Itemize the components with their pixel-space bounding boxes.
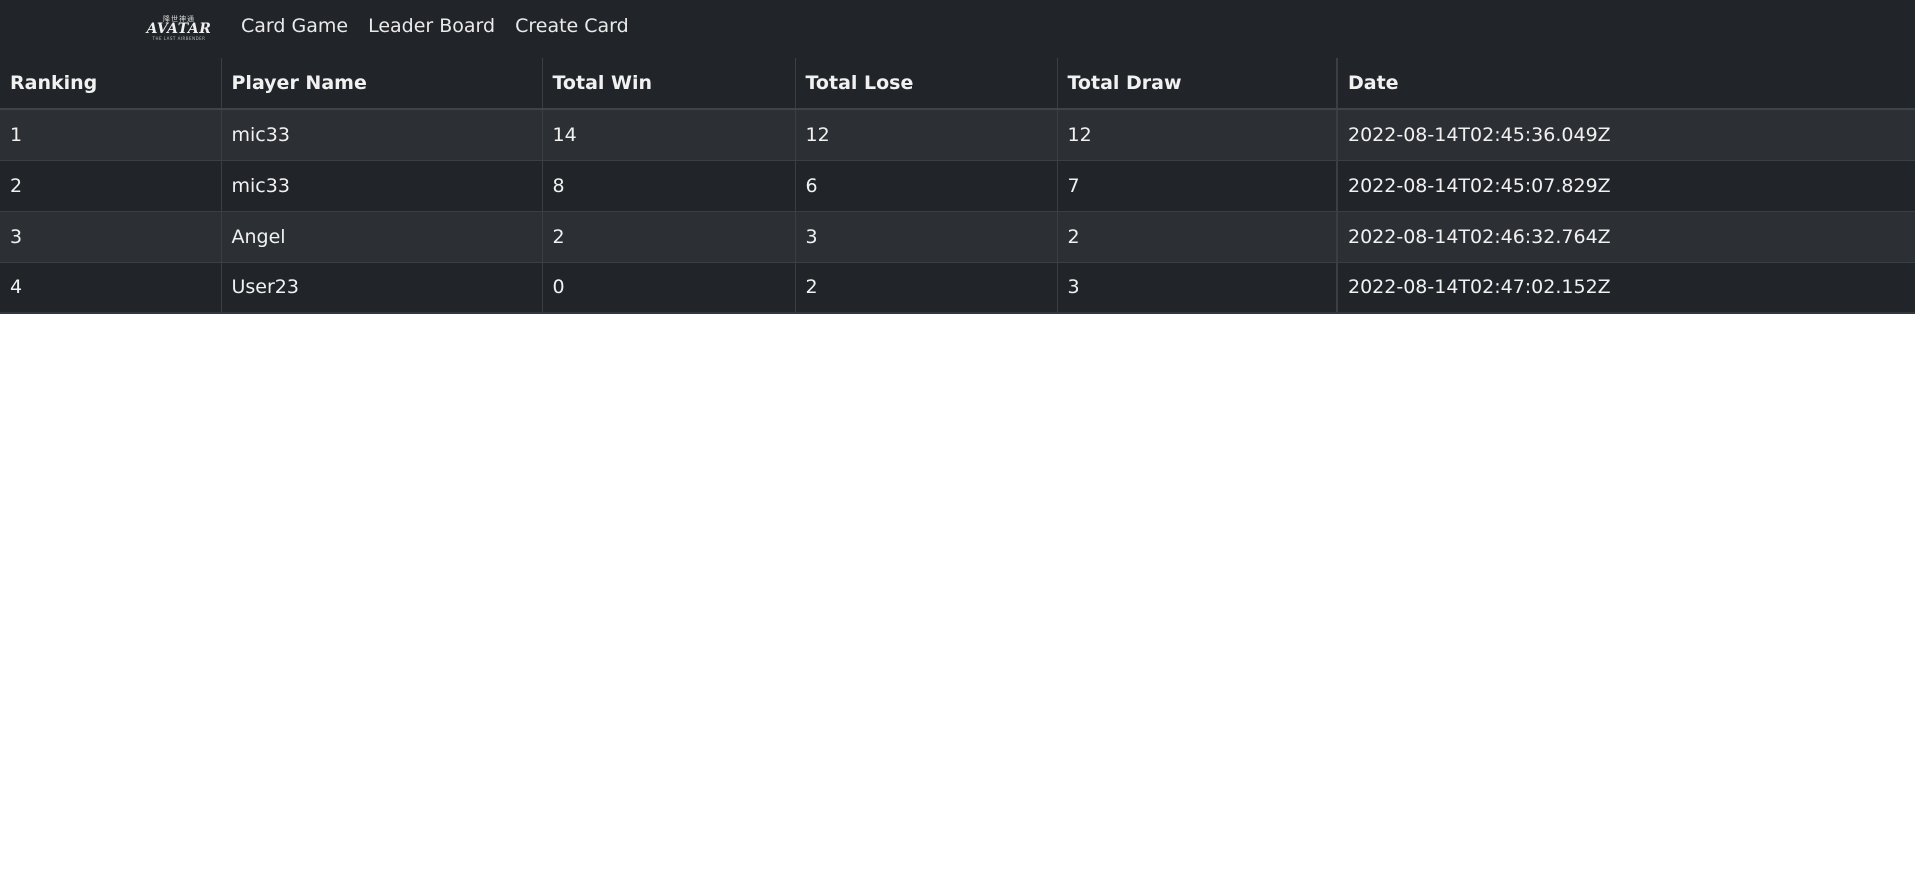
cell-date: 2022-08-14T02:47:02.152Z <box>1336 262 1915 314</box>
cell-total-draw: 3 <box>1057 262 1338 314</box>
cell-total-lose: 12 <box>795 109 1058 161</box>
cell-ranking: 2 <box>0 160 222 212</box>
table-row: 3 Angel 2 3 2 2022-08-14T02:46:32.764Z <box>0 211 1915 263</box>
column-header-total-lose: Total Lose <box>795 58 1058 110</box>
cell-total-lose: 2 <box>795 262 1058 314</box>
cell-date: 2022-08-14T02:46:32.764Z <box>1336 211 1915 263</box>
nav-link-card-game[interactable]: Card Game <box>241 15 348 37</box>
leaderboard-table: Ranking Player Name Total Win Total Lose… <box>0 58 1915 314</box>
cell-total-draw: 7 <box>1057 160 1338 212</box>
cell-total-draw: 2 <box>1057 211 1338 263</box>
cell-ranking: 1 <box>0 109 222 161</box>
cell-total-win: 0 <box>542 262 796 314</box>
avatar-logo[interactable]: 降世神通 AVATAR THE LAST AIRBENDER <box>146 13 212 43</box>
column-header-ranking: Ranking <box>0 58 222 110</box>
cell-total-lose: 6 <box>795 160 1058 212</box>
cell-player-name: User23 <box>221 262 543 314</box>
nav-link-create-card[interactable]: Create Card <box>515 15 629 37</box>
nav-links: Card Game Leader Board Create Card <box>241 0 629 52</box>
column-header-total-win: Total Win <box>542 58 796 110</box>
nav-link-leader-board[interactable]: Leader Board <box>368 15 495 37</box>
logo-wordmark: AVATAR <box>146 21 212 37</box>
cell-date: 2022-08-14T02:45:07.829Z <box>1336 160 1915 212</box>
cell-ranking: 3 <box>0 211 222 263</box>
table-row: 2 mic33 8 6 7 2022-08-14T02:45:07.829Z <box>0 160 1915 212</box>
cell-total-win: 2 <box>542 211 796 263</box>
cell-total-draw: 12 <box>1057 109 1338 161</box>
cell-total-win: 8 <box>542 160 796 212</box>
cell-total-win: 14 <box>542 109 796 161</box>
table-header-row: Ranking Player Name Total Win Total Lose… <box>0 58 1915 110</box>
table-row: 4 User23 0 2 3 2022-08-14T02:47:02.152Z <box>0 262 1915 314</box>
cell-total-lose: 3 <box>795 211 1058 263</box>
cell-player-name: mic33 <box>221 160 543 212</box>
column-header-player-name: Player Name <box>221 58 543 110</box>
cell-date: 2022-08-14T02:45:36.049Z <box>1336 109 1915 161</box>
cell-ranking: 4 <box>0 262 222 314</box>
top-navbar: 降世神通 AVATAR THE LAST AIRBENDER Card Game… <box>0 0 1915 58</box>
cell-player-name: mic33 <box>221 109 543 161</box>
table-row: 1 mic33 14 12 12 2022-08-14T02:45:36.049… <box>0 109 1915 161</box>
logo-subtitle: THE LAST AIRBENDER <box>152 36 206 41</box>
column-header-total-draw: Total Draw <box>1057 58 1338 110</box>
cell-player-name: Angel <box>221 211 543 263</box>
column-header-date: Date <box>1336 58 1915 110</box>
